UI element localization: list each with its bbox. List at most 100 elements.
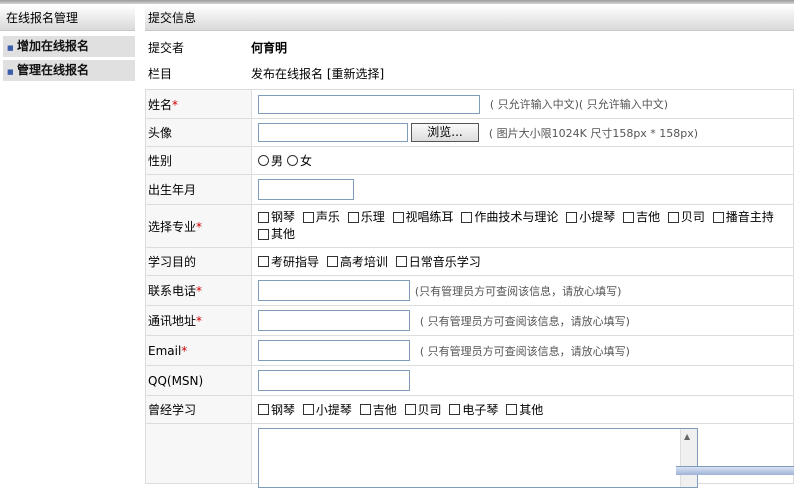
major-option-label: 钢琴: [271, 210, 296, 224]
sidebar-item-add-registration[interactable]: ■ 增加在线报名: [3, 36, 135, 57]
avatar-hint: ( 图片大小限1024K 尺寸158px * 158px): [488, 126, 699, 140]
major-checkbox[interactable]: [258, 229, 269, 240]
studied-option-label: 小提琴: [315, 403, 352, 417]
column-row: 栏目 发布在线报名 [重新选择]: [145, 62, 794, 86]
address-label: 通讯地址: [148, 314, 197, 328]
form-row-email: Email* ( 只有管理员方可查阅该信息，请放心填写): [145, 335, 794, 366]
birth-input[interactable]: [258, 179, 354, 200]
field-label: Email*: [145, 335, 252, 366]
form-row-purpose: 学习目的 考研指导 高考培训 日常音乐学习: [145, 247, 794, 276]
studied-checkbox[interactable]: [449, 404, 461, 415]
form-row-address: 通讯地址* ( 只有管理员方可查阅该信息，请放心填写): [145, 305, 794, 336]
notes-textarea[interactable]: ▲: [258, 428, 698, 488]
studied-checkbox[interactable]: [506, 404, 518, 415]
submitter-row: 提交者 何育明: [145, 36, 794, 60]
major-option-label: 播音主持: [725, 210, 774, 224]
form-row-name: 姓名* ( 只允许输入中文)( 只允许输入中文): [145, 89, 794, 119]
field-cell: [251, 174, 794, 205]
main-title: 提交信息: [145, 5, 794, 31]
column-value[interactable]: 发布在线报名 [重新选择]: [251, 62, 384, 86]
major-checkbox[interactable]: [302, 212, 314, 223]
field-label: 学习目的: [145, 247, 252, 276]
studied-checkbox[interactable]: [359, 404, 371, 415]
required-mark: *: [181, 343, 188, 358]
form-row-birth: 出生年月: [145, 174, 794, 205]
field-cell: [251, 365, 794, 396]
studied-option-label: 其他: [519, 403, 544, 417]
major-checkbox[interactable]: [712, 212, 724, 223]
purpose-checkbox[interactable]: [258, 256, 269, 267]
scroll-up-icon[interactable]: ▲: [684, 432, 690, 441]
gender-option-label: 女: [300, 154, 313, 168]
field-label: QQ(MSN): [145, 365, 252, 396]
studied-option-label: 钢琴: [271, 403, 296, 417]
name-input[interactable]: [258, 94, 480, 114]
gender-radio-female[interactable]: [287, 155, 299, 166]
studied-option-label: 贝司: [417, 403, 442, 417]
major-checkbox[interactable]: [461, 212, 473, 223]
sidebar-item-label: 增加在线报名: [17, 39, 90, 53]
field-cell: 钢琴 小提琴 吉他 贝司 电子琴 其他: [251, 395, 794, 424]
column-label: 栏目: [148, 67, 173, 81]
qq-input[interactable]: [258, 370, 410, 391]
field-cell: (只有管理员方可查阅该信息，请放心填写): [251, 275, 794, 306]
major-checkbox[interactable]: [347, 212, 359, 223]
address-input[interactable]: [258, 310, 410, 331]
major-option-label: 作曲技术与理论: [474, 210, 559, 224]
email-input[interactable]: [258, 340, 410, 361]
browse-button[interactable]: 浏览...: [411, 123, 479, 142]
major-label: 选择专业: [148, 219, 197, 234]
major-checkbox[interactable]: [258, 212, 269, 223]
field-label: 性别: [145, 146, 252, 175]
gender-option-label: 男: [271, 154, 284, 168]
required-mark: *: [196, 314, 203, 328]
major-option-label: 声乐: [315, 210, 340, 224]
textarea-scrollbar[interactable]: ▲: [680, 429, 697, 487]
name-hint: ( 只允许输入中文)( 只允许输入中文): [489, 98, 668, 111]
form-row-avatar: 头像 浏览... ( 图片大小限1024K 尺寸158px * 158px): [145, 118, 794, 147]
phone-input[interactable]: [258, 280, 410, 301]
studied-option-label: 吉他: [372, 403, 397, 417]
purpose-option-label: 考研指导: [271, 255, 320, 269]
field-cell: 钢琴 声乐 乐理 视唱练耳 作曲技术与理论 小提琴 吉他 贝司 播音主持 其他: [251, 204, 794, 248]
required-mark: *: [172, 97, 179, 112]
avatar-file-input[interactable]: [258, 123, 408, 142]
required-mark: *: [196, 284, 203, 298]
major-option-label: 视唱练耳: [405, 210, 454, 224]
field-label: 姓名*: [145, 89, 252, 119]
email-label: Email: [148, 343, 182, 358]
major-checkbox[interactable]: [566, 212, 578, 223]
field-cell: ( 只有管理员方可查阅该信息，请放心填写): [251, 335, 794, 366]
field-label: 出生年月: [145, 174, 252, 205]
field-cell: ( 只允许输入中文)( 只允许输入中文): [251, 89, 794, 119]
major-checkbox[interactable]: [392, 212, 404, 223]
major-option-label: 贝司: [680, 210, 705, 224]
studied-checkbox[interactable]: [404, 404, 416, 415]
form-row-gender: 性别 男 女: [145, 146, 794, 175]
purpose-checkbox[interactable]: [395, 256, 407, 267]
purpose-checkbox[interactable]: [326, 256, 338, 267]
sidebar-item-manage-registration[interactable]: ■ 管理在线报名: [3, 60, 135, 81]
field-label: [145, 423, 252, 484]
form-row-phone: 联系电话* (只有管理员方可查阅该信息，请放心填写): [145, 275, 794, 306]
studied-checkbox[interactable]: [302, 404, 314, 415]
field-label: 通讯地址*: [145, 305, 252, 336]
top-border: [0, 0, 794, 4]
major-option-label: 其他: [271, 227, 296, 241]
studied-checkbox[interactable]: [258, 404, 269, 415]
field-label: 选择专业*: [145, 204, 252, 248]
field-cell: 浏览... ( 图片大小限1024K 尺寸158px * 158px): [251, 118, 794, 147]
phone-hint: (只有管理员方可查阅该信息，请放心填写): [414, 284, 622, 298]
major-checkbox[interactable]: [623, 212, 635, 223]
bullet-icon: ■: [7, 68, 14, 76]
email-hint: ( 只有管理员方可查阅该信息，请放心填写): [419, 344, 630, 358]
major-option-label: 小提琴: [579, 210, 616, 224]
sidebar-title: 在线报名管理: [0, 5, 135, 31]
gender-radio-male[interactable]: [258, 155, 269, 166]
field-cell: 考研指导 高考培训 日常音乐学习: [251, 247, 794, 276]
address-hint: ( 只有管理员方可查阅该信息，请放心填写): [419, 314, 630, 328]
purpose-option-label: 高考培训: [339, 255, 388, 269]
field-label: 曾经学习: [145, 395, 252, 424]
studied-option-label: 电子琴: [462, 403, 499, 417]
major-checkbox[interactable]: [667, 212, 679, 223]
